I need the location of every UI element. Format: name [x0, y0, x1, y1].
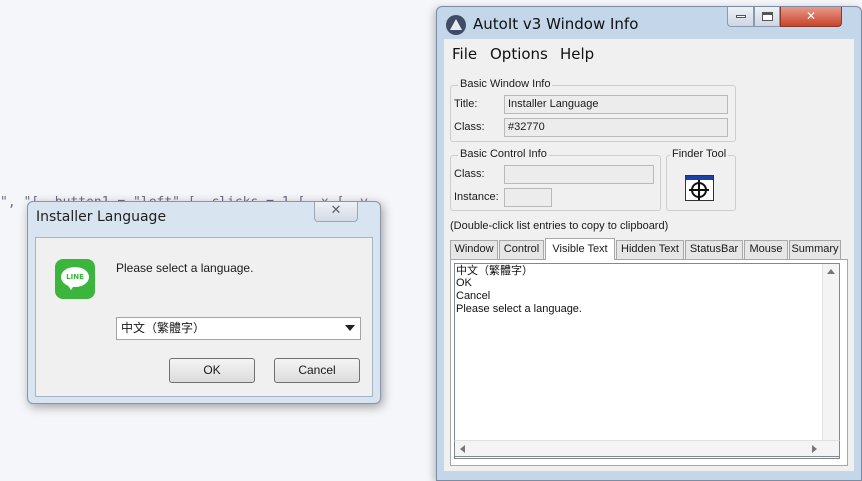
title-field[interactable]: Installer Language [504, 95, 728, 114]
dialog-body: LINE Please select a language. 中文（繁體字） O… [35, 237, 373, 397]
menu-help[interactable]: Help [560, 45, 594, 63]
tab-mouse[interactable]: Mouse [744, 240, 788, 259]
dialog-title: Installer Language [36, 209, 167, 225]
window-title: AutoIt v3 Window Info [473, 15, 639, 33]
control-class-field[interactable] [504, 165, 654, 184]
scroll-right-icon[interactable] [812, 445, 817, 453]
copy-hint: (Double-click list entries to copy to cl… [450, 220, 669, 232]
minimize-button[interactable] [727, 7, 754, 27]
line-app-icon: LINE [55, 259, 95, 299]
tab-summary[interactable]: Summary [789, 240, 841, 259]
list-item[interactable]: Please select a language. [455, 303, 839, 316]
scroll-up-icon[interactable] [827, 269, 835, 274]
maximize-button[interactable] [754, 7, 780, 27]
class-label: Class: [454, 121, 485, 133]
group-label: Finder Tool [670, 148, 729, 160]
instance-field[interactable] [504, 188, 552, 207]
autoit-app-icon [446, 15, 466, 35]
menu-file[interactable]: File [452, 45, 477, 63]
minimize-icon [735, 15, 746, 18]
autoit-logo-glyph [450, 19, 462, 30]
scroll-left-icon[interactable] [460, 445, 465, 453]
finder-tool-group: Finder Tool [666, 148, 736, 211]
window-close-button[interactable]: ✕ [780, 7, 842, 27]
horizontal-scrollbar[interactable] [454, 440, 840, 457]
tab-strip: Window Control Visible Text Hidden Text … [450, 238, 848, 260]
dialog-close-button[interactable]: ✕ [314, 202, 358, 222]
line-bubble-tail [67, 284, 75, 290]
basic-control-info-group: Basic Control Info Class: Instance: [450, 148, 661, 211]
tab-control[interactable]: Control [499, 240, 544, 259]
installer-language-dialog: Installer Language ✕ LINE Please select … [27, 201, 381, 404]
visible-text-panel: 中文（繁體字） OK Cancel Please select a langua… [450, 259, 848, 466]
basic-window-info-group: Basic Window Info Title: Installer Langu… [450, 78, 736, 142]
line-logo-text: LINE [61, 267, 89, 287]
autoit-window-info: AutoIt v3 Window Info ✕ File Options Hel… [436, 6, 862, 481]
language-prompt: Please select a language. [116, 261, 254, 275]
menu-bar: File Options Help [444, 39, 854, 68]
crosshair-icon [689, 180, 709, 200]
control-class-label: Class: [454, 168, 485, 180]
ok-button[interactable]: OK [169, 358, 255, 383]
vertical-scrollbar[interactable] [822, 264, 839, 458]
visible-text-list[interactable]: 中文（繁體字） OK Cancel Please select a langua… [454, 263, 840, 459]
tab-statusbar[interactable]: StatusBar [685, 240, 743, 259]
window-client-area: File Options Help Basic Window Info Titl… [444, 39, 854, 471]
title-label: Title: [454, 98, 478, 110]
menu-options[interactable]: Options [490, 45, 548, 63]
instance-label: Instance: [454, 191, 499, 203]
group-label: Basic Window Info [458, 78, 553, 90]
list-item[interactable]: Cancel [455, 290, 839, 303]
finder-tool-icon[interactable] [685, 175, 714, 201]
tab-visible-text[interactable]: Visible Text [545, 238, 615, 260]
tab-hidden-text[interactable]: Hidden Text [616, 240, 684, 259]
list-item[interactable]: 中文（繁體字） [455, 264, 839, 277]
language-select-value: 中文（繁體字） [121, 321, 206, 335]
tab-window[interactable]: Window [450, 240, 498, 259]
cancel-button[interactable]: Cancel [274, 358, 360, 383]
language-select[interactable]: 中文（繁體字） [116, 317, 361, 340]
group-label: Basic Control Info [458, 148, 549, 160]
list-item[interactable]: OK [455, 277, 839, 290]
dropdown-arrow-icon[interactable] [345, 325, 355, 331]
class-field[interactable]: #32770 [504, 118, 728, 137]
maximize-icon [761, 12, 773, 21]
